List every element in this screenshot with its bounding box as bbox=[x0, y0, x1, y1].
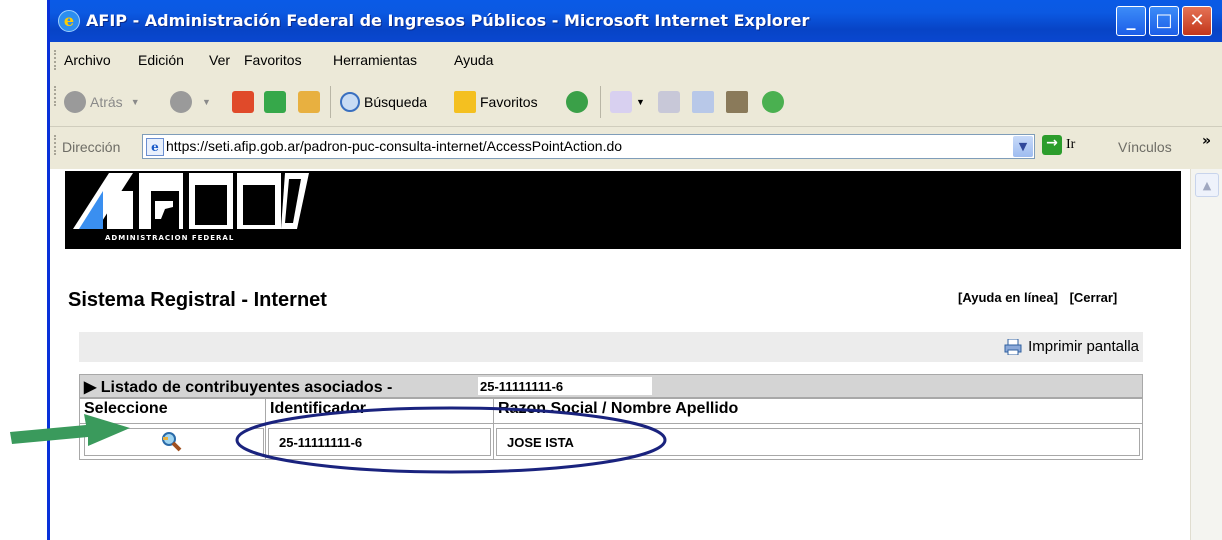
row-identificador: 25-11111111-6 bbox=[279, 435, 363, 450]
actions-bar: Imprimir pantalla bbox=[79, 332, 1143, 362]
page-icon: e bbox=[146, 138, 164, 156]
menu-archivo[interactable]: Archivo bbox=[64, 52, 111, 68]
print-toolbar-button[interactable] bbox=[658, 90, 684, 114]
header-divider bbox=[80, 423, 1142, 424]
scroll-up-icon[interactable]: ▲ bbox=[1195, 173, 1219, 197]
print-label: Imprimir pantalla bbox=[1028, 338, 1139, 355]
mail-icon bbox=[610, 91, 632, 113]
toolbar-separator bbox=[600, 86, 601, 118]
column-header-razon-social: Razon Social / Nombre Apellido bbox=[498, 400, 739, 417]
menu-bar: Archivo Edición Ver Favoritos Herramient… bbox=[50, 42, 1222, 111]
print-link[interactable]: Imprimir pantalla bbox=[1004, 338, 1139, 355]
back-dropdown-icon[interactable]: ▼ bbox=[131, 97, 140, 107]
title-bar[interactable]: e AFIP - Administración Federal de Ingre… bbox=[50, 0, 1222, 42]
menu-grip[interactable] bbox=[54, 50, 59, 70]
research-icon bbox=[726, 91, 748, 113]
window-title: AFIP - Administración Federal de Ingreso… bbox=[86, 11, 810, 30]
menu-edicion[interactable]: Edición bbox=[138, 52, 184, 68]
forward-dropdown-icon[interactable]: ▼ bbox=[202, 97, 211, 107]
go-label: Ir bbox=[1066, 137, 1076, 152]
column-header-seleccione: Seleccione bbox=[84, 400, 168, 417]
back-arrow-icon bbox=[64, 91, 86, 113]
page-title: Sistema Registral - Internet bbox=[68, 289, 327, 311]
ie-logo-icon: e bbox=[58, 10, 80, 32]
toolbar-grip[interactable] bbox=[54, 86, 59, 106]
star-icon bbox=[454, 91, 476, 113]
go-arrow-icon: → bbox=[1042, 135, 1062, 155]
edit-page-icon bbox=[692, 91, 714, 113]
printer-icon bbox=[658, 91, 680, 113]
mail-button[interactable]: ▼ bbox=[610, 90, 645, 114]
browser-window: e AFIP - Administración Federal de Ingre… bbox=[47, 0, 1222, 540]
messenger-icon bbox=[762, 91, 784, 113]
stop-button[interactable] bbox=[232, 90, 258, 114]
forward-arrow-icon bbox=[170, 91, 192, 113]
close-button[interactable]: ✕ bbox=[1182, 6, 1212, 36]
top-links: [Ayuda en línea] [Cerrar] bbox=[958, 290, 1117, 305]
list-cuit: 25-11111111-6 bbox=[478, 377, 652, 395]
list-header: ▶ Listado de contribuyentes asociados - … bbox=[79, 374, 1143, 398]
close-link[interactable]: [Cerrar] bbox=[1070, 290, 1118, 305]
research-button[interactable] bbox=[726, 90, 752, 114]
menu-ver[interactable]: Ver bbox=[209, 52, 230, 68]
favorites-label: Favoritos bbox=[480, 94, 538, 110]
messenger-button[interactable] bbox=[762, 90, 788, 114]
column-header-identificador: Identificador bbox=[270, 400, 367, 417]
toolbar-separator bbox=[330, 86, 331, 118]
stop-icon bbox=[232, 91, 254, 113]
refresh-button[interactable] bbox=[264, 90, 290, 114]
menu-ayuda[interactable]: Ayuda bbox=[454, 52, 493, 68]
minimize-button[interactable]: _ bbox=[1116, 6, 1146, 36]
address-dropdown-icon[interactable]: ▼ bbox=[1013, 136, 1033, 157]
row-name-cell: JOSE ISTA bbox=[496, 428, 1140, 456]
afip-banner: ADMINISTRACION FEDERAL bbox=[65, 171, 1181, 249]
select-magnifier-icon[interactable] bbox=[160, 430, 182, 452]
printer-icon bbox=[1004, 338, 1022, 355]
column-divider bbox=[265, 399, 266, 459]
links-toolbar[interactable]: Vínculos bbox=[1118, 139, 1172, 155]
list-title: ▶ Listado de contribuyentes asociados - bbox=[84, 379, 393, 396]
help-link[interactable]: [Ayuda en línea] bbox=[958, 290, 1058, 305]
address-bar: Dirección e https://seti.afip.gob.ar/pad… bbox=[50, 127, 1222, 169]
home-icon bbox=[298, 91, 320, 113]
menu-favoritos[interactable]: Favoritos bbox=[244, 52, 302, 68]
refresh-icon bbox=[264, 91, 286, 113]
home-button[interactable] bbox=[298, 90, 324, 114]
page-content: ADMINISTRACION FEDERAL Sistema Registral… bbox=[50, 169, 1190, 540]
logo-caption: ADMINISTRACION FEDERAL bbox=[105, 234, 235, 242]
address-url[interactable]: https://seti.afip.gob.ar/padron-puc-cons… bbox=[166, 138, 622, 154]
links-chevron-icon[interactable]: » bbox=[1202, 133, 1211, 149]
contributors-table: Seleccione Identificador Razon Social / … bbox=[79, 398, 1143, 460]
afip-logo-icon bbox=[73, 173, 309, 229]
menu-herramientas[interactable]: Herramientas bbox=[333, 52, 417, 68]
mail-dropdown-icon[interactable]: ▼ bbox=[636, 97, 645, 107]
address-input[interactable]: e https://seti.afip.gob.ar/padron-puc-co… bbox=[142, 134, 1035, 159]
back-button[interactable]: Atrás ▼ bbox=[64, 90, 140, 114]
row-id-cell: 25-11111111-6 bbox=[268, 428, 491, 456]
go-button[interactable]: → Ir bbox=[1042, 135, 1075, 155]
row-razon-social: JOSE ISTA bbox=[507, 435, 574, 450]
history-icon bbox=[566, 91, 588, 113]
address-label: Dirección bbox=[62, 139, 121, 155]
vertical-scrollbar[interactable]: ▲ bbox=[1190, 169, 1222, 540]
history-button[interactable] bbox=[566, 90, 592, 114]
favorites-button[interactable]: Favoritos bbox=[454, 90, 538, 114]
back-label: Atrás bbox=[90, 94, 123, 110]
edit-button[interactable] bbox=[692, 90, 718, 114]
maximize-button[interactable]: □ bbox=[1149, 6, 1179, 36]
search-label: Búsqueda bbox=[364, 94, 428, 110]
search-button[interactable]: Búsqueda bbox=[340, 90, 427, 114]
standard-toolbar: Atrás ▼ ▼ Búsqueda Favoritos ▼ bbox=[50, 78, 1222, 127]
address-grip[interactable] bbox=[54, 135, 59, 155]
column-divider bbox=[493, 399, 494, 459]
search-icon bbox=[340, 92, 360, 112]
forward-button[interactable]: ▼ bbox=[170, 90, 211, 114]
